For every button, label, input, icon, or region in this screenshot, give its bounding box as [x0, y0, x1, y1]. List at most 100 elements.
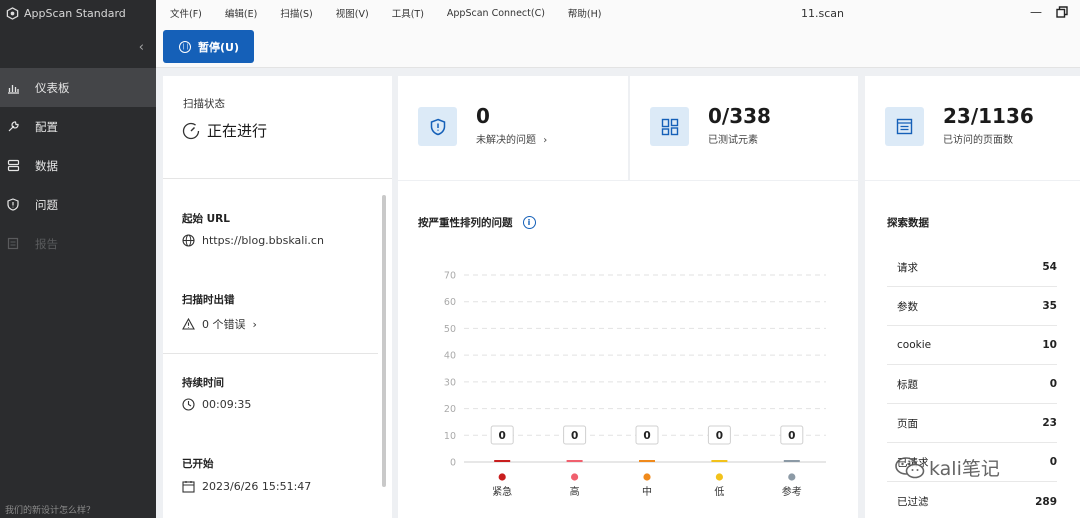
database-icon	[6, 159, 20, 173]
y-tick-label: 40	[444, 351, 456, 362]
y-tick-label: 50	[444, 324, 456, 335]
watermark-text: kali笔记	[929, 458, 1000, 480]
bar	[566, 460, 583, 462]
wechat-icon	[895, 456, 925, 478]
category-label: 紧急	[492, 485, 512, 498]
y-tick-label: 20	[444, 404, 456, 415]
pause-button[interactable]: ❘❘ 暂停(U)	[163, 30, 254, 63]
app-name: AppScan Standard	[24, 6, 126, 20]
explore-row-label: 请求	[897, 261, 918, 274]
open-issues-label: 未解决的问题	[476, 135, 536, 146]
sidebar-item-dashboard[interactable]: 仪表板	[0, 68, 156, 107]
issues-by-severity-card: 按严重性排列的问题 i 0 10 20 30 40 50 60 70 0 紧急 0 高 0 中 0 低 0 参考	[398, 181, 858, 518]
started: 2023/6/26 15:51:47	[182, 480, 311, 493]
y-tick-label: 60	[444, 297, 456, 308]
restore-icon	[1056, 6, 1068, 18]
bar	[783, 460, 800, 462]
explore-row-filtered[interactable]: 已过滤 289	[887, 482, 1057, 518]
chevron-left-icon: ‹	[138, 39, 144, 55]
scrollbar[interactable]	[382, 195, 386, 487]
explore-row-value: 0	[1049, 378, 1057, 390]
divider	[163, 178, 392, 179]
explore-row-value: 10	[1042, 339, 1057, 351]
wrench-icon	[6, 120, 20, 134]
y-tick-label: 70	[444, 271, 456, 282]
sidebar-item-label: 问题	[35, 197, 58, 212]
divider	[163, 353, 378, 354]
y-tick-label: 10	[444, 431, 456, 442]
sidebar-item-label: 数据	[35, 158, 58, 173]
scan-status-panel: 扫描状态 正在进行 起始 URL https://blog.bbskali.cn…	[163, 76, 392, 518]
bar	[639, 460, 655, 462]
calendar-icon	[182, 480, 195, 493]
start-url-value: https://blog.bbskali.cn	[202, 234, 324, 247]
legend-dot	[788, 473, 796, 481]
menu-edit[interactable]: 编辑(E)	[225, 6, 257, 20]
warning-icon	[182, 317, 195, 331]
explore-row-cookie[interactable]: cookie 10	[887, 326, 1057, 365]
shield-icon	[418, 107, 457, 146]
bar-chart-icon	[6, 81, 20, 95]
legend-dot	[643, 473, 651, 481]
sidebar-item-issues[interactable]: 问题	[0, 185, 156, 224]
elements-icon	[650, 107, 689, 146]
scan-errors-label: 扫描时出错	[182, 294, 235, 306]
gauge-icon	[182, 122, 200, 139]
category-label: 高	[570, 485, 580, 498]
clock-icon	[182, 398, 195, 411]
sidebar-item-label: 配置	[35, 119, 58, 134]
restore-button[interactable]	[1056, 6, 1068, 21]
appscan-logo-icon	[6, 6, 19, 20]
feedback-link[interactable]: 我们的新设计怎么样？	[5, 503, 95, 516]
open-issues-card: 0 未解决的问题 ›	[398, 76, 628, 180]
report-icon	[6, 237, 20, 251]
scan-status: 正在进行	[182, 120, 267, 141]
category-label: 参考	[782, 485, 802, 498]
menu-bar: 文件(F) 编辑(E) 扫描(S) 视图(V) 工具(T) AppScan Co…	[156, 0, 1080, 26]
collapse-sidebar-button[interactable]: ‹	[0, 26, 156, 68]
explore-title: 探索数据	[887, 217, 929, 229]
legend-dot	[571, 473, 579, 481]
visited-pages-card: 23/1136 已访问的页面数	[865, 76, 1080, 180]
bar	[711, 460, 728, 462]
bar	[494, 460, 511, 462]
scan-status-value: 正在进行	[207, 122, 268, 140]
menu-appscan-connect[interactable]: AppScan Connect(C)	[447, 8, 545, 19]
data-label: 0	[643, 430, 650, 442]
toolbar: ❘❘ 暂停(U)	[156, 26, 1080, 68]
severity-chart: 0 10 20 30 40 50 60 70 0 紧急 0 高 0 中 0 低 0 参考	[444, 271, 826, 498]
data-label: 0	[716, 430, 723, 442]
explore-row-value: 54	[1042, 261, 1057, 273]
sidebar-item-report: 报告	[0, 224, 156, 263]
open-issues-value: 0	[476, 104, 490, 128]
open-issues-link[interactable]: 未解决的问题 ›	[476, 131, 547, 146]
started-label: 已开始	[182, 458, 214, 470]
sidebar: AppScan Standard ‹ 仪表板 配置 数据 问题 报告 我们的新设…	[0, 0, 156, 518]
sidebar-item-config[interactable]: 配置	[0, 107, 156, 146]
explore-row-value: 35	[1042, 300, 1057, 312]
explore-row-params[interactable]: 参数 35	[887, 287, 1057, 326]
page-icon	[885, 107, 924, 146]
scan-errors-link[interactable]: 0 个错误 ›	[182, 316, 257, 332]
data-label: 0	[499, 430, 506, 442]
menu-help[interactable]: 帮助(H)	[568, 6, 602, 20]
explore-row-pages[interactable]: 页面 23	[887, 404, 1057, 443]
tested-elements-card: 0/338 已测试元素	[630, 76, 858, 180]
minimize-button[interactable]: —	[1030, 5, 1042, 19]
explore-row-value: 23	[1042, 417, 1057, 429]
menu-file[interactable]: 文件(F)	[170, 6, 202, 20]
category-label: 中	[642, 485, 652, 498]
menu-view[interactable]: 视图(V)	[336, 6, 369, 20]
sidebar-item-label: 仪表板	[35, 80, 70, 95]
scan-status-label: 扫描状态	[183, 98, 225, 110]
globe-icon	[182, 234, 195, 247]
explore-row-value: 289	[1035, 495, 1057, 508]
menu-scan[interactable]: 扫描(S)	[280, 6, 312, 20]
explore-row-requests[interactable]: 请求 54	[887, 248, 1057, 287]
sidebar-item-data[interactable]: 数据	[0, 146, 156, 185]
menu-tools[interactable]: 工具(T)	[392, 6, 424, 20]
duration-value: 00:09:35	[202, 398, 252, 411]
scan-errors-value: 0 个错误	[202, 318, 246, 331]
tested-elements-value: 0/338	[708, 104, 771, 128]
explore-row-headers[interactable]: 标题 0	[887, 365, 1057, 404]
